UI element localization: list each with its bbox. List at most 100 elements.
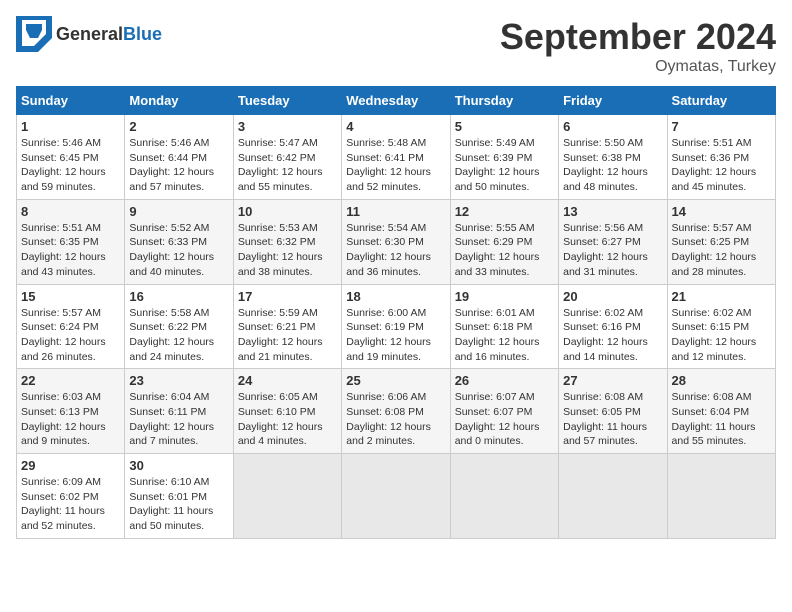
day-detail: Sunrise: 5:54 AMSunset: 6:30 PMDaylight:… bbox=[346, 222, 431, 278]
day-number: 26 bbox=[455, 373, 554, 388]
day-number: 2 bbox=[129, 119, 228, 134]
day-number: 11 bbox=[346, 204, 445, 219]
day-number: 18 bbox=[346, 289, 445, 304]
day-detail: Sunrise: 6:05 AMSunset: 6:10 PMDaylight:… bbox=[238, 391, 323, 447]
day-detail: Sunrise: 5:57 AMSunset: 6:25 PMDaylight:… bbox=[672, 222, 757, 278]
day-detail: Sunrise: 5:53 AMSunset: 6:32 PMDaylight:… bbox=[238, 222, 323, 278]
day-detail: Sunrise: 5:50 AMSunset: 6:38 PMDaylight:… bbox=[563, 137, 648, 193]
day-number: 24 bbox=[238, 373, 337, 388]
day-detail: Sunrise: 5:48 AMSunset: 6:41 PMDaylight:… bbox=[346, 137, 431, 193]
day-detail: Sunrise: 5:51 AMSunset: 6:35 PMDaylight:… bbox=[21, 222, 106, 278]
logo-blue: Blue bbox=[123, 24, 162, 44]
day-detail: Sunrise: 5:49 AMSunset: 6:39 PMDaylight:… bbox=[455, 137, 540, 193]
day-detail: Sunrise: 5:56 AMSunset: 6:27 PMDaylight:… bbox=[563, 222, 648, 278]
calendar-cell: 28 Sunrise: 6:08 AMSunset: 6:04 PMDaylig… bbox=[667, 369, 775, 454]
calendar-week-4: 22 Sunrise: 6:03 AMSunset: 6:13 PMDaylig… bbox=[17, 369, 776, 454]
day-detail: Sunrise: 6:08 AMSunset: 6:05 PMDaylight:… bbox=[563, 391, 647, 447]
calendar-cell: 13 Sunrise: 5:56 AMSunset: 6:27 PMDaylig… bbox=[559, 199, 667, 284]
calendar-cell: 15 Sunrise: 5:57 AMSunset: 6:24 PMDaylig… bbox=[17, 284, 125, 369]
calendar-cell: 24 Sunrise: 6:05 AMSunset: 6:10 PMDaylig… bbox=[233, 369, 341, 454]
col-monday: Monday bbox=[125, 87, 233, 115]
day-detail: Sunrise: 6:02 AMSunset: 6:15 PMDaylight:… bbox=[672, 307, 757, 363]
day-detail: Sunrise: 5:55 AMSunset: 6:29 PMDaylight:… bbox=[455, 222, 540, 278]
calendar-week-2: 8 Sunrise: 5:51 AMSunset: 6:35 PMDayligh… bbox=[17, 199, 776, 284]
calendar-cell: 9 Sunrise: 5:52 AMSunset: 6:33 PMDayligh… bbox=[125, 199, 233, 284]
logo: GeneralBlue bbox=[16, 16, 162, 52]
day-detail: Sunrise: 5:52 AMSunset: 6:33 PMDaylight:… bbox=[129, 222, 214, 278]
calendar-cell: 2 Sunrise: 5:46 AMSunset: 6:44 PMDayligh… bbox=[125, 115, 233, 200]
header-row: Sunday Monday Tuesday Wednesday Thursday… bbox=[17, 87, 776, 115]
col-saturday: Saturday bbox=[667, 87, 775, 115]
col-friday: Friday bbox=[559, 87, 667, 115]
calendar-cell: 25 Sunrise: 6:06 AMSunset: 6:08 PMDaylig… bbox=[342, 369, 450, 454]
day-detail: Sunrise: 6:04 AMSunset: 6:11 PMDaylight:… bbox=[129, 391, 214, 447]
title-area: September 2024 Oymatas, Turkey bbox=[500, 16, 776, 76]
day-number: 7 bbox=[672, 119, 771, 134]
calendar-cell: 21 Sunrise: 6:02 AMSunset: 6:15 PMDaylig… bbox=[667, 284, 775, 369]
calendar-week-1: 1 Sunrise: 5:46 AMSunset: 6:45 PMDayligh… bbox=[17, 115, 776, 200]
location-title: Oymatas, Turkey bbox=[500, 58, 776, 76]
calendar-cell: 29 Sunrise: 6:09 AMSunset: 6:02 PMDaylig… bbox=[17, 454, 125, 539]
calendar-cell: 4 Sunrise: 5:48 AMSunset: 6:41 PMDayligh… bbox=[342, 115, 450, 200]
calendar-cell: 22 Sunrise: 6:03 AMSunset: 6:13 PMDaylig… bbox=[17, 369, 125, 454]
day-number: 3 bbox=[238, 119, 337, 134]
day-detail: Sunrise: 6:10 AMSunset: 6:01 PMDaylight:… bbox=[129, 476, 213, 532]
calendar-cell: 19 Sunrise: 6:01 AMSunset: 6:18 PMDaylig… bbox=[450, 284, 558, 369]
calendar-cell: 27 Sunrise: 6:08 AMSunset: 6:05 PMDaylig… bbox=[559, 369, 667, 454]
day-detail: Sunrise: 6:08 AMSunset: 6:04 PMDaylight:… bbox=[672, 391, 756, 447]
calendar-cell: 1 Sunrise: 5:46 AMSunset: 6:45 PMDayligh… bbox=[17, 115, 125, 200]
calendar-cell: 11 Sunrise: 5:54 AMSunset: 6:30 PMDaylig… bbox=[342, 199, 450, 284]
day-detail: Sunrise: 5:59 AMSunset: 6:21 PMDaylight:… bbox=[238, 307, 323, 363]
day-number: 4 bbox=[346, 119, 445, 134]
day-number: 5 bbox=[455, 119, 554, 134]
day-detail: Sunrise: 6:03 AMSunset: 6:13 PMDaylight:… bbox=[21, 391, 106, 447]
calendar-cell: 26 Sunrise: 6:07 AMSunset: 6:07 PMDaylig… bbox=[450, 369, 558, 454]
calendar-cell bbox=[450, 454, 558, 539]
header: GeneralBlue September 2024 Oymatas, Turk… bbox=[16, 16, 776, 76]
day-detail: Sunrise: 5:58 AMSunset: 6:22 PMDaylight:… bbox=[129, 307, 214, 363]
month-title: September 2024 bbox=[500, 16, 776, 58]
calendar-cell bbox=[233, 454, 341, 539]
day-number: 23 bbox=[129, 373, 228, 388]
calendar-cell: 7 Sunrise: 5:51 AMSunset: 6:36 PMDayligh… bbox=[667, 115, 775, 200]
day-number: 14 bbox=[672, 204, 771, 219]
calendar-cell: 8 Sunrise: 5:51 AMSunset: 6:35 PMDayligh… bbox=[17, 199, 125, 284]
day-number: 9 bbox=[129, 204, 228, 219]
calendar-cell: 17 Sunrise: 5:59 AMSunset: 6:21 PMDaylig… bbox=[233, 284, 341, 369]
calendar-cell: 23 Sunrise: 6:04 AMSunset: 6:11 PMDaylig… bbox=[125, 369, 233, 454]
calendar-cell: 12 Sunrise: 5:55 AMSunset: 6:29 PMDaylig… bbox=[450, 199, 558, 284]
day-detail: Sunrise: 6:00 AMSunset: 6:19 PMDaylight:… bbox=[346, 307, 431, 363]
day-number: 12 bbox=[455, 204, 554, 219]
calendar-week-5: 29 Sunrise: 6:09 AMSunset: 6:02 PMDaylig… bbox=[17, 454, 776, 539]
calendar-week-3: 15 Sunrise: 5:57 AMSunset: 6:24 PMDaylig… bbox=[17, 284, 776, 369]
calendar-cell bbox=[667, 454, 775, 539]
day-number: 13 bbox=[563, 204, 662, 219]
day-number: 19 bbox=[455, 289, 554, 304]
calendar-cell: 14 Sunrise: 5:57 AMSunset: 6:25 PMDaylig… bbox=[667, 199, 775, 284]
col-sunday: Sunday bbox=[17, 87, 125, 115]
day-number: 17 bbox=[238, 289, 337, 304]
day-number: 22 bbox=[21, 373, 120, 388]
calendar-table: Sunday Monday Tuesday Wednesday Thursday… bbox=[16, 86, 776, 539]
day-detail: Sunrise: 6:02 AMSunset: 6:16 PMDaylight:… bbox=[563, 307, 648, 363]
calendar-cell: 3 Sunrise: 5:47 AMSunset: 6:42 PMDayligh… bbox=[233, 115, 341, 200]
day-detail: Sunrise: 6:01 AMSunset: 6:18 PMDaylight:… bbox=[455, 307, 540, 363]
day-number: 15 bbox=[21, 289, 120, 304]
calendar-cell bbox=[559, 454, 667, 539]
day-number: 8 bbox=[21, 204, 120, 219]
day-number: 29 bbox=[21, 458, 120, 473]
col-thursday: Thursday bbox=[450, 87, 558, 115]
day-number: 16 bbox=[129, 289, 228, 304]
day-number: 6 bbox=[563, 119, 662, 134]
col-wednesday: Wednesday bbox=[342, 87, 450, 115]
day-detail: Sunrise: 5:57 AMSunset: 6:24 PMDaylight:… bbox=[21, 307, 106, 363]
day-detail: Sunrise: 6:09 AMSunset: 6:02 PMDaylight:… bbox=[21, 476, 105, 532]
day-number: 20 bbox=[563, 289, 662, 304]
day-number: 21 bbox=[672, 289, 771, 304]
col-tuesday: Tuesday bbox=[233, 87, 341, 115]
day-number: 27 bbox=[563, 373, 662, 388]
day-number: 25 bbox=[346, 373, 445, 388]
calendar-cell: 10 Sunrise: 5:53 AMSunset: 6:32 PMDaylig… bbox=[233, 199, 341, 284]
day-detail: Sunrise: 5:46 AMSunset: 6:45 PMDaylight:… bbox=[21, 137, 106, 193]
calendar-cell: 16 Sunrise: 5:58 AMSunset: 6:22 PMDaylig… bbox=[125, 284, 233, 369]
